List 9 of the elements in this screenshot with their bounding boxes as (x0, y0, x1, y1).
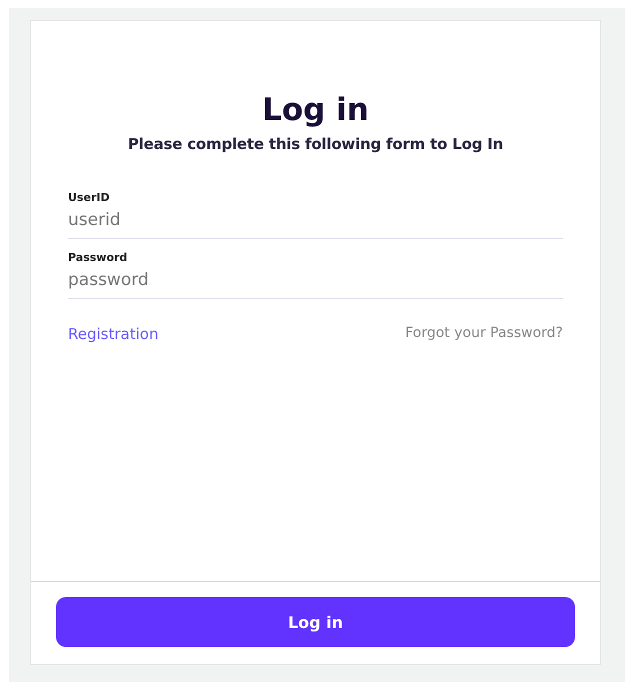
input-field[interactable]: userid (68, 204, 563, 239)
field-label: UserID (68, 191, 110, 204)
input-field[interactable]: password (68, 264, 563, 299)
page-title: Log in (262, 91, 369, 129)
forgot-password-link[interactable]: Forgot your Password? (405, 325, 563, 343)
form-subtitle: Please complete this following form to Log In (128, 135, 504, 153)
field-label: Password (68, 251, 128, 264)
login-button[interactable]: Log in (56, 597, 575, 647)
registration-link[interactable]: Registration (68, 325, 158, 343)
